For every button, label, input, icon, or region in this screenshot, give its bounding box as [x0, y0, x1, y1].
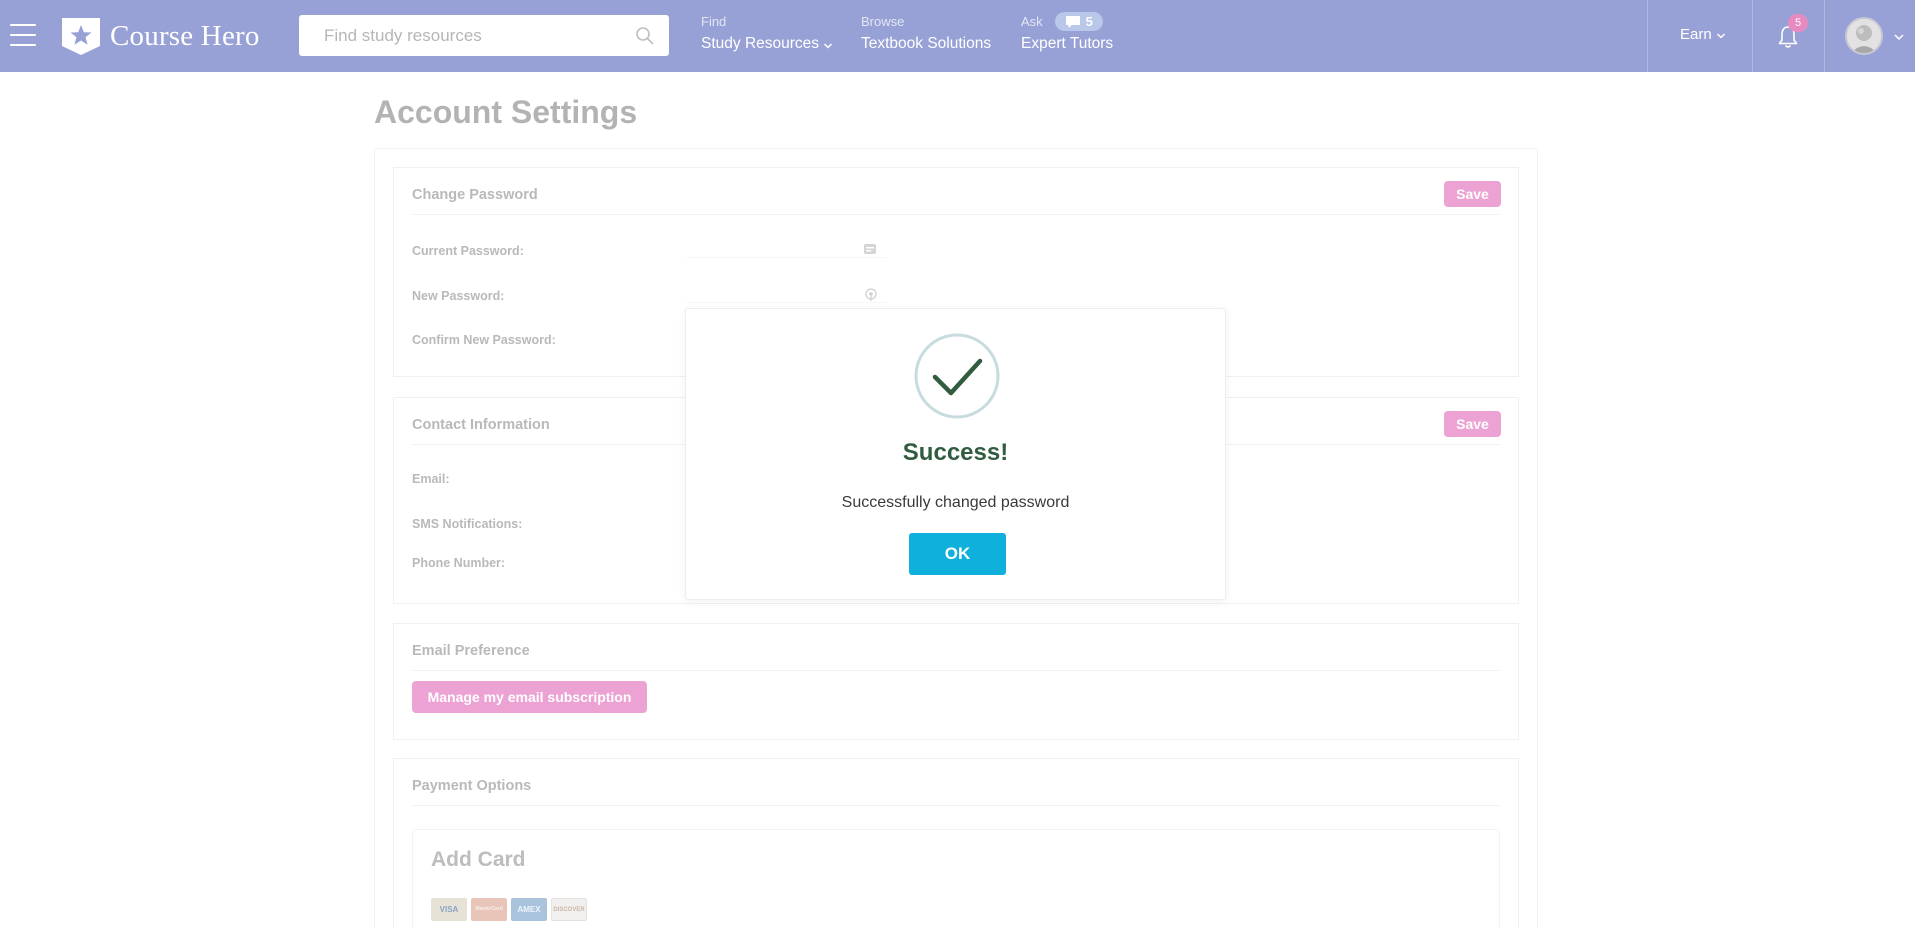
- nav-study-resources-label: Study Resources: [701, 35, 820, 52]
- success-dialog: Success! Successfully changed password O…: [685, 308, 1226, 600]
- header-divider: [1752, 0, 1753, 72]
- avatar-image-icon: [1847, 19, 1881, 53]
- logo-text: Course Hero: [110, 19, 260, 52]
- phone-number-label: Phone Number:: [412, 556, 506, 570]
- discover-card-icon: DISCOVER: [551, 898, 587, 921]
- new-password-input[interactable]: [686, 275, 886, 303]
- chevron-down-icon: [824, 42, 833, 49]
- email-preference-title: Email Preference: [412, 643, 530, 659]
- add-card-panel: Add Card VISA MasterCard AMEX DISCOVER: [412, 829, 1500, 929]
- contact-information-title: Contact Information: [412, 417, 550, 433]
- nav-textbook-solutions-label: Textbook Solutions: [861, 35, 992, 52]
- questions-count: 5: [1085, 14, 1093, 29]
- password-manager-icon[interactable]: [863, 242, 877, 256]
- current-password-label: Current Password:: [412, 244, 524, 258]
- confirm-password-label: Confirm New Password:: [412, 333, 556, 347]
- save-password-button[interactable]: Save: [1444, 181, 1501, 207]
- nav-textbook-solutions[interactable]: Browse Textbook Solutions: [861, 12, 991, 53]
- earn-menu[interactable]: Earn: [1680, 26, 1726, 43]
- amex-card-icon: AMEX: [511, 898, 547, 921]
- add-card-title: Add Card: [431, 848, 526, 871]
- chevron-down-icon: [1716, 33, 1725, 39]
- nav-expert-tutors[interactable]: Ask 5 Expert Tutors: [1021, 12, 1113, 53]
- change-password-title: Change Password: [412, 187, 538, 203]
- save-contact-button[interactable]: Save: [1444, 411, 1501, 437]
- payment-options-card: Payment Options Add Card VISA MasterCard…: [393, 758, 1519, 929]
- nav-label-ask: Ask: [1021, 14, 1043, 29]
- page-title: Account Settings: [374, 94, 638, 130]
- dialog-title: Success!: [902, 439, 1009, 466]
- header-divider: [1647, 0, 1648, 72]
- avatar[interactable]: [1845, 17, 1883, 55]
- course-hero-logo[interactable]: Course Hero: [60, 16, 260, 56]
- questions-badge: 5: [1054, 12, 1103, 31]
- top-navbar: Course Hero Find Study Resources Browse …: [0, 0, 1915, 72]
- sms-notifications-label: SMS Notifications:: [412, 517, 523, 531]
- checkmark-circle-icon: [914, 333, 1000, 419]
- new-password-label: New Password:: [412, 289, 505, 303]
- manage-email-subscription-button[interactable]: Manage my email subscription: [412, 681, 647, 713]
- search-icon[interactable]: [635, 26, 655, 46]
- earn-label: Earn: [1680, 26, 1712, 43]
- card-divider: [412, 214, 1500, 215]
- visa-card-icon: VISA: [431, 898, 467, 921]
- key-icon[interactable]: [864, 288, 878, 302]
- payment-options-title: Payment Options: [412, 778, 532, 794]
- chevron-down-icon[interactable]: [1893, 31, 1905, 43]
- hamburger-menu-icon[interactable]: [10, 24, 36, 46]
- card-divider: [412, 805, 1500, 806]
- dialog-message: Successfully changed password: [841, 494, 1070, 511]
- ok-button[interactable]: OK: [909, 533, 1006, 575]
- notification-count-badge: 5: [1788, 14, 1808, 32]
- search-bar[interactable]: [299, 15, 669, 56]
- chat-bubble-icon: [1065, 15, 1080, 28]
- card-divider: [412, 670, 1500, 671]
- mastercard-card-icon: MasterCard: [471, 898, 507, 921]
- email-label: Email:: [412, 472, 450, 486]
- shield-star-logo-icon: [62, 18, 100, 55]
- email-preference-card: Email Preference Manage my email subscri…: [393, 623, 1519, 740]
- nav-study-resources[interactable]: Find Study Resources: [701, 12, 833, 53]
- nav-expert-tutors-label: Expert Tutors: [1021, 35, 1114, 52]
- nav-label-browse: Browse: [861, 14, 905, 29]
- current-password-input[interactable]: [686, 230, 886, 258]
- search-input[interactable]: [299, 15, 635, 56]
- header-divider: [1824, 0, 1825, 72]
- nav-label-find: Find: [701, 14, 727, 29]
